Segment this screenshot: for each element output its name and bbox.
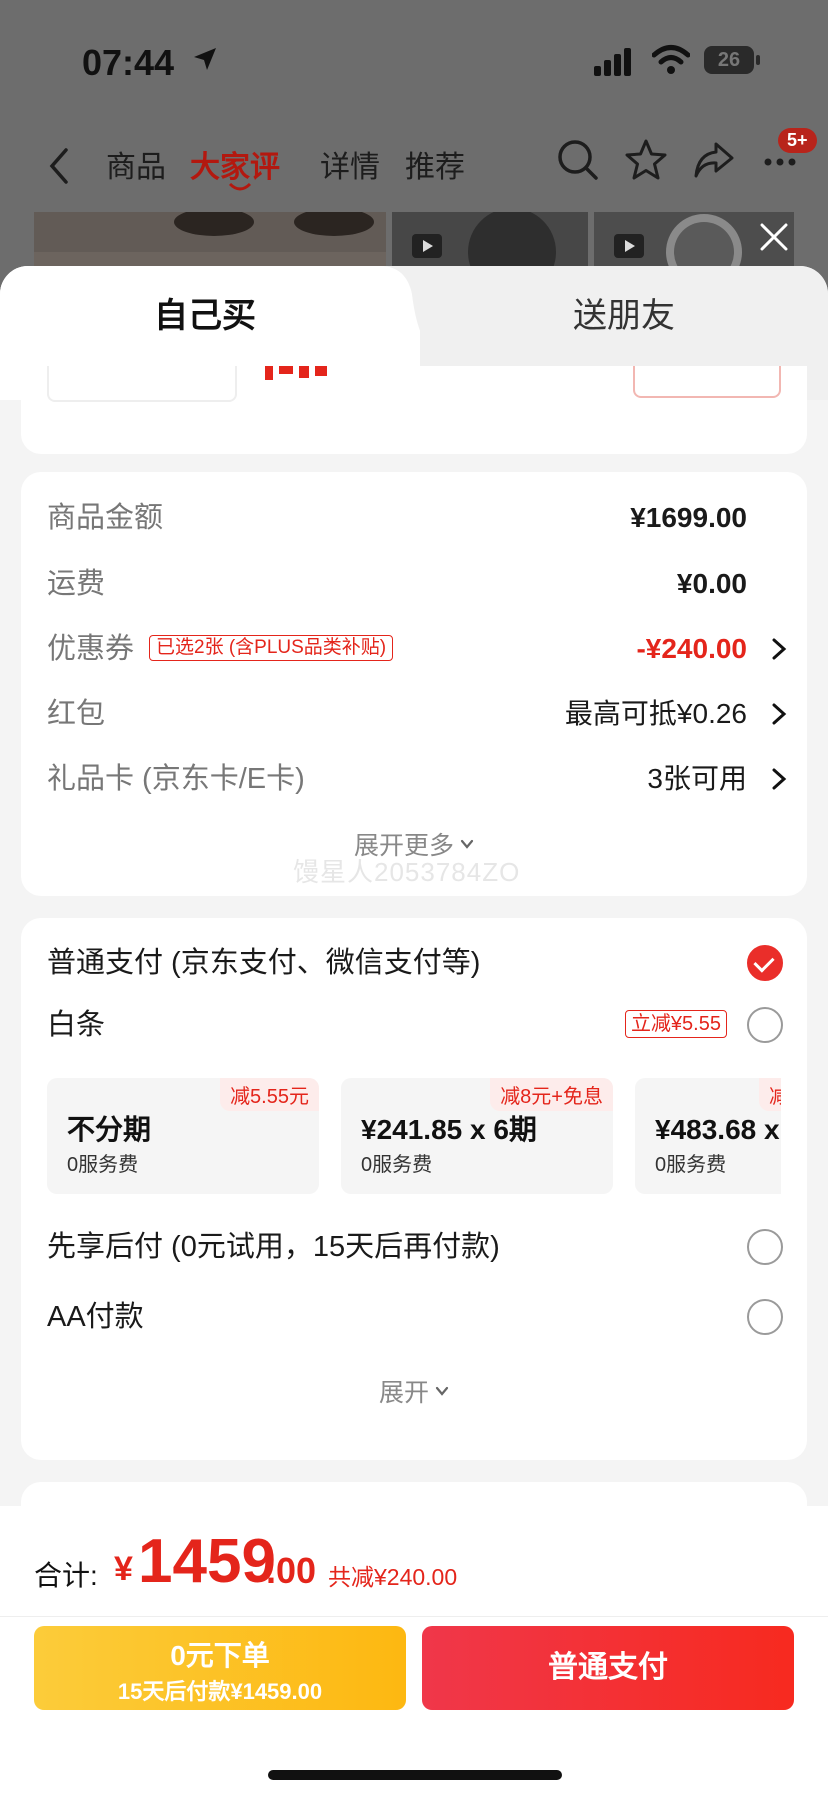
total-label: 合计: bbox=[34, 1560, 98, 1591]
row-item-amount: 商品金额 ¥1699.00 bbox=[47, 496, 787, 540]
tab-details[interactable]: 详情 bbox=[320, 142, 380, 186]
row-shipping: 运费 ¥0.00 bbox=[47, 562, 787, 606]
total-currency: ¥ bbox=[114, 1550, 133, 1588]
total-decimal: .00 bbox=[266, 1550, 317, 1591]
chevron-right-icon bbox=[772, 638, 787, 660]
cellular-signal-icon bbox=[594, 48, 631, 76]
installment-option[interactable]: 减 ¥483.68 x 3期 0服务费 bbox=[635, 1078, 781, 1194]
spec-button[interactable] bbox=[633, 366, 781, 398]
row-value: ¥0.00 bbox=[676, 568, 747, 599]
location-arrow-icon bbox=[194, 48, 216, 70]
watermark: 馒星人2053784ZO bbox=[293, 857, 521, 887]
back-icon[interactable] bbox=[44, 146, 74, 186]
tab-gift-to-friend[interactable]: 送朋友 bbox=[420, 266, 828, 366]
pay-option-label: 先享后付 (0元试用，15天后再付款) bbox=[47, 1231, 500, 1263]
radio-unchecked[interactable] bbox=[747, 1007, 783, 1043]
installment-tag: 减8元+免息 bbox=[490, 1078, 613, 1111]
installment-main: ¥241.85 x 6期 bbox=[361, 1114, 537, 1145]
row-label: 运费 bbox=[47, 568, 106, 600]
close-icon[interactable] bbox=[752, 215, 796, 259]
row-value: 3张可用 bbox=[647, 763, 747, 794]
row-label: 红包 bbox=[47, 698, 106, 730]
battery-indicator: 26 bbox=[704, 46, 754, 74]
battery-tip bbox=[756, 55, 760, 65]
row-value: -¥240.00 bbox=[636, 633, 747, 664]
search-icon[interactable] bbox=[556, 138, 600, 182]
notification-badge: 5+ bbox=[778, 128, 817, 153]
checkout-bar: 合计: ¥ 1459 .00 共减¥240.00 0元下单 15天后付款¥145… bbox=[0, 1506, 828, 1796]
divider bbox=[0, 1616, 828, 1617]
pay-option-aa[interactable]: AA付款 bbox=[47, 1292, 787, 1342]
home-indicator bbox=[268, 1770, 562, 1780]
installment-main: ¥483.68 x 3期 bbox=[655, 1114, 781, 1145]
installment-option[interactable]: 减8元+免息 ¥241.85 x 6期 0服务费 bbox=[341, 1078, 613, 1194]
normal-pay-button[interactable]: 普通支付 bbox=[422, 1626, 794, 1710]
coupon-tag: 已选2张 (含PLUS品类补贴) bbox=[149, 635, 394, 661]
radio-checked[interactable] bbox=[747, 945, 783, 981]
tab-product[interactable]: 商品 bbox=[106, 142, 166, 186]
pay-option-label: AA付款 bbox=[47, 1301, 144, 1333]
row-coupon[interactable]: 优惠券 已选2张 (含PLUS品类补贴) -¥240.00 bbox=[47, 627, 787, 671]
installment-fee: 0服务费 bbox=[67, 1154, 139, 1176]
pay-option-baitiao[interactable]: 白条 立减¥5.55 bbox=[47, 1000, 787, 1050]
top-nav: 商品 大家评 详情 推荐 5+ bbox=[0, 128, 828, 200]
total-saved: 共减¥240.00 bbox=[328, 1564, 458, 1590]
expand-label: 展开 bbox=[378, 1379, 429, 1407]
pay-option-normal[interactable]: 普通支付 (京东支付、微信支付等) bbox=[47, 938, 787, 988]
installment-tag: 减 bbox=[759, 1078, 781, 1111]
installment-fee: 0服务费 bbox=[361, 1154, 433, 1176]
tab-buy-for-self[interactable]: 自己买 bbox=[0, 266, 410, 366]
tab-reviews[interactable]: 大家评 bbox=[190, 142, 280, 186]
pay-later-button[interactable]: 0元下单 15天后付款¥1459.00 bbox=[34, 1626, 406, 1710]
chevron-down-icon bbox=[435, 1386, 449, 1396]
product-summary-card bbox=[21, 366, 807, 454]
discount-tag: 立减¥5.55 bbox=[624, 1010, 727, 1038]
chevron-right-icon bbox=[772, 703, 787, 725]
row-label: 商品金额 bbox=[47, 502, 164, 534]
installment-main: 不分期 bbox=[67, 1114, 152, 1145]
chevron-down-icon bbox=[460, 839, 474, 849]
pay-later-title: 0元下单 bbox=[170, 1640, 270, 1671]
status-time: 07:44 bbox=[82, 42, 175, 83]
pay-option-pay-later[interactable]: 先享后付 (0元试用，15天后再付款) bbox=[47, 1222, 787, 1272]
quantity-box[interactable] bbox=[47, 366, 237, 402]
installment-fee: 0服务费 bbox=[655, 1154, 727, 1176]
installment-option[interactable]: 减5.55元 不分期 0服务费 bbox=[47, 1078, 319, 1194]
row-gift-card[interactable]: 礼品卡 (京东卡/E卡) 3张可用 bbox=[47, 757, 787, 801]
pay-option-label: 白条 bbox=[47, 1009, 106, 1041]
row-label: 礼品卡 (京东卡/E卡) bbox=[47, 763, 305, 795]
expand-payment-button[interactable]: 展开 bbox=[21, 1373, 807, 1409]
share-icon[interactable] bbox=[692, 138, 736, 182]
row-value: ¥1699.00 bbox=[630, 502, 747, 533]
status-bar: 07:44 26 bbox=[0, 0, 828, 120]
price-fragment bbox=[265, 366, 327, 380]
active-tab-indicator bbox=[228, 182, 252, 191]
row-label: 优惠券 bbox=[47, 633, 135, 665]
total-amount: 1459 bbox=[138, 1527, 276, 1596]
radio-unchecked[interactable] bbox=[747, 1229, 783, 1265]
pay-option-label: 普通支付 (京东支付、微信支付等) bbox=[47, 947, 481, 979]
wifi-icon bbox=[652, 45, 690, 74]
row-value: 最高可抵¥0.26 bbox=[564, 698, 747, 729]
chevron-right-icon bbox=[772, 768, 787, 790]
radio-unchecked[interactable] bbox=[747, 1299, 783, 1335]
row-red-packet[interactable]: 红包 最高可抵¥0.26 bbox=[47, 692, 787, 736]
pay-later-subtitle: 15天后付款¥1459.00 bbox=[117, 1679, 323, 1704]
tab-recommend[interactable]: 推荐 bbox=[405, 142, 465, 186]
payment-card: 普通支付 (京东支付、微信支付等) 白条 立减¥5.55 减5.55元 不分期 … bbox=[21, 918, 807, 1460]
installment-options: 减5.55元 不分期 0服务费 减8元+免息 ¥241.85 x 6期 0服务费… bbox=[47, 1078, 781, 1194]
installment-tag: 减5.55元 bbox=[220, 1078, 319, 1111]
amount-card: 商品金额 ¥1699.00 运费 ¥0.00 优惠券 已选2张 (含PLUS品类… bbox=[21, 472, 807, 896]
favorite-star-icon[interactable] bbox=[624, 138, 668, 182]
